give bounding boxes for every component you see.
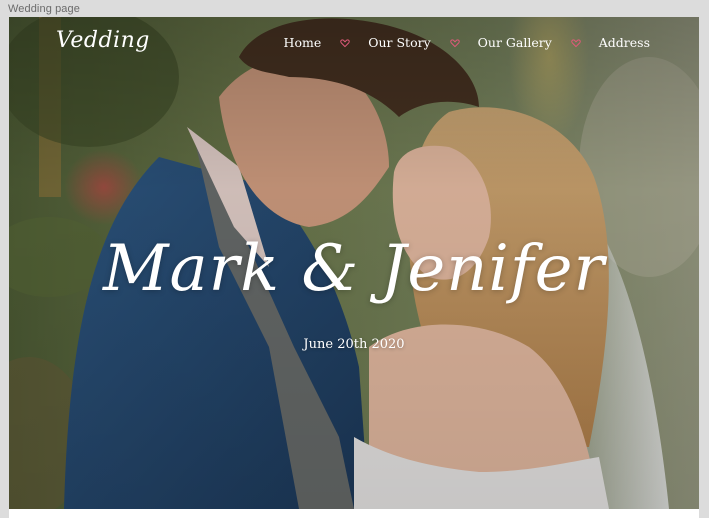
heart-icon — [571, 38, 581, 47]
site-logo[interactable]: Vedding — [56, 28, 150, 53]
hero-date: June 20th 2020 — [303, 337, 405, 352]
heart-icon — [449, 38, 460, 47]
page-frame: Vedding Home Our Story Our Gallery Addre… — [9, 17, 699, 518]
nav-our-gallery[interactable]: Our Gallery — [478, 35, 552, 50]
nav-address[interactable]: Address — [599, 35, 650, 50]
main-nav: Home Our Story Our Gallery Address — [284, 35, 650, 50]
nav-our-story[interactable]: Our Story — [368, 35, 430, 50]
hero-section: Vedding Home Our Story Our Gallery Addre… — [9, 17, 699, 509]
window-title: Wedding page — [8, 3, 80, 15]
hero-title: Mark & Jenifer — [102, 232, 606, 306]
heart-icon — [340, 38, 350, 47]
nav-home[interactable]: Home — [284, 35, 322, 50]
page-content-start — [9, 509, 699, 518]
